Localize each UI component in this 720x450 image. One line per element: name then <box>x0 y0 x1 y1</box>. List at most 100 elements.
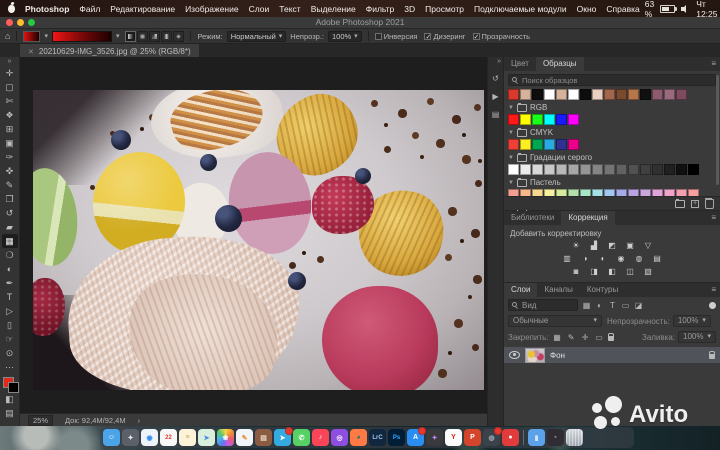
swatch-1-4[interactable] <box>556 139 567 150</box>
menu-item-12[interactable]: Справка <box>601 4 644 14</box>
dock-music[interactable]: ♪ <box>312 429 329 446</box>
swatch-recent-9[interactable] <box>616 89 627 100</box>
swatch-0-2[interactable] <box>532 114 543 125</box>
close-icon[interactable]: ✕ <box>28 48 34 56</box>
lock-all-button[interactable] <box>607 333 614 341</box>
menu-item-7[interactable]: Фильтр <box>361 4 400 14</box>
frame-tool[interactable]: ▣ <box>2 136 18 150</box>
radial-gradient-button[interactable] <box>137 30 149 42</box>
menu-item-6[interactable]: Выделение <box>306 4 361 14</box>
transparency-checkbox-box[interactable]: ✓ <box>472 32 480 41</box>
blur-tool[interactable]: ❍ <box>2 248 18 262</box>
collapse-toolbar-icon[interactable]: » <box>8 58 12 66</box>
layer-filter-dropdown[interactable]: Вид <box>508 299 578 311</box>
swatch-recent-13[interactable] <box>664 89 675 100</box>
swatch-group-header-0[interactable]: ▼ RGB <box>504 101 720 113</box>
swatch-1-3[interactable] <box>544 139 555 150</box>
crop-tool[interactable]: ⊞ <box>2 122 18 136</box>
transparency-checkbox[interactable]: ✓ Прозрачность <box>472 32 530 41</box>
adjustments-tab-0[interactable]: Библиотеки <box>504 211 561 225</box>
channel-mixer-adjustment[interactable]: ◍ <box>633 253 646 264</box>
swatch-search-input[interactable] <box>522 75 712 85</box>
color-balance-adjustment[interactable]: ◑ <box>579 253 592 264</box>
document-image[interactable] <box>33 90 484 390</box>
dock-browser[interactable]: ◕ <box>350 429 367 446</box>
invert-checkbox[interactable]: Инверсия <box>374 32 417 41</box>
layer-opacity-field[interactable]: 100% ▾ <box>672 315 711 327</box>
swatch-search[interactable] <box>508 74 716 86</box>
dock-photoshop[interactable]: Ps <box>388 429 405 446</box>
invert-adjustment[interactable]: ◙ <box>570 266 583 277</box>
status-arrow-icon[interactable]: › <box>138 416 141 425</box>
filter-smart-objects-icon[interactable]: ◪ <box>633 300 644 310</box>
swatch-group-header-2[interactable]: ▼ Градации серого <box>504 151 720 163</box>
layer-filter-toggle[interactable] <box>709 301 716 309</box>
swatch-0-5[interactable] <box>568 114 579 125</box>
swatch-recent-1[interactable] <box>520 89 531 100</box>
dock-folder-downloads[interactable]: ▮ <box>528 429 545 446</box>
quick-mask-button[interactable]: ◧ <box>2 392 18 406</box>
menu-item-1[interactable]: Файл <box>74 4 105 14</box>
screen-mode-button[interactable]: ▤ <box>2 406 18 420</box>
menu-item-9[interactable]: Просмотр <box>420 4 469 14</box>
blend-mode-dropdown[interactable]: Нормальный ▾ <box>226 30 287 42</box>
healing-brush-tool[interactable]: ✜ <box>2 164 18 178</box>
swatch-2-13[interactable] <box>664 164 675 175</box>
swatch-2-6[interactable] <box>580 164 591 175</box>
swatch-recent-2[interactable] <box>532 89 543 100</box>
edit-toolbar[interactable]: ⋯ <box>2 360 18 374</box>
swatch-2-12[interactable] <box>652 164 663 175</box>
apple-logo-icon[interactable] <box>8 4 15 13</box>
close-window-button[interactable] <box>6 19 13 26</box>
chevron-down-icon[interactable]: ▾ <box>44 32 48 40</box>
color-lookup-adjustment[interactable]: ▤ <box>651 253 664 264</box>
zoom-level-field[interactable]: 25% <box>28 414 54 426</box>
layers-tab-0[interactable]: Слои <box>504 283 538 297</box>
volume-icon[interactable] <box>681 4 690 13</box>
lock-transparent-pixels-icon[interactable]: ▦ <box>552 332 563 342</box>
levels-adjustment[interactable]: ▟ <box>588 240 601 251</box>
black-white-adjustment[interactable]: ◐ <box>597 253 610 264</box>
swatch-2-7[interactable] <box>592 164 603 175</box>
path-selection-tool[interactable]: ▷ <box>2 304 18 318</box>
zoom-tool[interactable]: ⊙ <box>2 346 18 360</box>
brightness-contrast-adjustment[interactable]: ☀ <box>570 240 583 251</box>
dock-finder[interactable]: ☺ <box>103 429 120 446</box>
angle-gradient-button[interactable] <box>149 30 161 42</box>
zoom-window-button[interactable] <box>28 19 35 26</box>
dock-calendar[interactable]: 22 <box>160 429 177 446</box>
marquee-tool[interactable]: ▢ <box>2 80 18 94</box>
lock-position-icon[interactable]: ✛ <box>580 332 591 342</box>
swatch-1-2[interactable] <box>532 139 543 150</box>
new-swatch-button[interactable]: + <box>691 199 699 208</box>
minimize-window-button[interactable] <box>17 19 24 26</box>
swatch-2-11[interactable] <box>640 164 651 175</box>
photo-filter-adjustment[interactable]: ◉ <box>615 253 628 264</box>
menu-item-8[interactable]: 3D <box>399 4 420 14</box>
menu-item-11[interactable]: Окно <box>572 4 602 14</box>
lasso-tool[interactable]: ✄ <box>2 94 18 108</box>
type-tool[interactable]: T <box>2 290 18 304</box>
dock-notes[interactable]: ≡ <box>179 429 196 446</box>
dock-photos[interactable]: ❀ <box>217 429 234 446</box>
swatch-recent-4[interactable] <box>556 89 567 100</box>
swatch-2-15[interactable] <box>688 164 699 175</box>
layer-fill-field[interactable]: 100% ▾ <box>678 331 716 343</box>
swatch-0-4[interactable] <box>556 114 567 125</box>
expand-panels-icon[interactable]: » <box>497 57 503 67</box>
reflected-gradient-button[interactable] <box>161 30 173 42</box>
swatch-2-10[interactable] <box>628 164 639 175</box>
canvas-area[interactable] <box>20 57 489 414</box>
layer-blend-mode-dropdown[interactable]: Обычные ▾ <box>508 315 602 327</box>
panel-menu-icon[interactable]: ≡ <box>711 211 716 225</box>
diamond-gradient-button[interactable] <box>173 30 185 42</box>
swatch-recent-11[interactable] <box>640 89 651 100</box>
invert-checkbox-box[interactable] <box>374 32 382 40</box>
opacity-dropdown[interactable]: 100% ▾ <box>327 30 362 42</box>
panel-menu-icon[interactable]: ≡ <box>711 57 716 71</box>
dock-trash[interactable] <box>566 429 583 446</box>
dock-yandex[interactable]: Y <box>445 429 462 446</box>
curves-adjustment[interactable]: ◩ <box>606 240 619 251</box>
gradient-tool[interactable]: ▦ <box>1 234 18 248</box>
brush-tool[interactable]: ✎ <box>2 178 18 192</box>
